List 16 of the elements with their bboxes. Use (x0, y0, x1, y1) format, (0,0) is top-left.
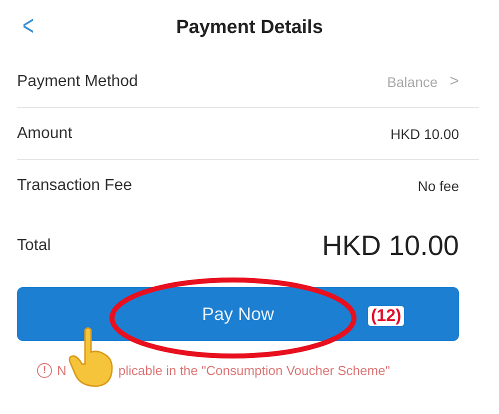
warning-icon: ! (37, 363, 52, 378)
notice-text: N (57, 363, 66, 378)
total-label: Total (17, 237, 51, 255)
row-value: No fee (418, 178, 459, 194)
notice-text: plicable in the "Consumption Voucher Scheme" (118, 363, 390, 378)
row-label: Amount (17, 124, 72, 142)
page-title: Payment Details (176, 17, 323, 39)
step-number: (12) (368, 306, 404, 326)
row-value: Balance (387, 74, 438, 90)
row-value: HKD 10.00 (390, 126, 459, 142)
row-label: Transaction Fee (17, 176, 132, 194)
chevron-icon: > (450, 72, 459, 90)
total-amount: HKD 10.00 (322, 230, 459, 262)
row-label: Payment Method (17, 72, 138, 90)
payment-method-row[interactable]: Payment Method Balance > (17, 56, 479, 108)
back-button[interactable]: < (22, 10, 34, 42)
